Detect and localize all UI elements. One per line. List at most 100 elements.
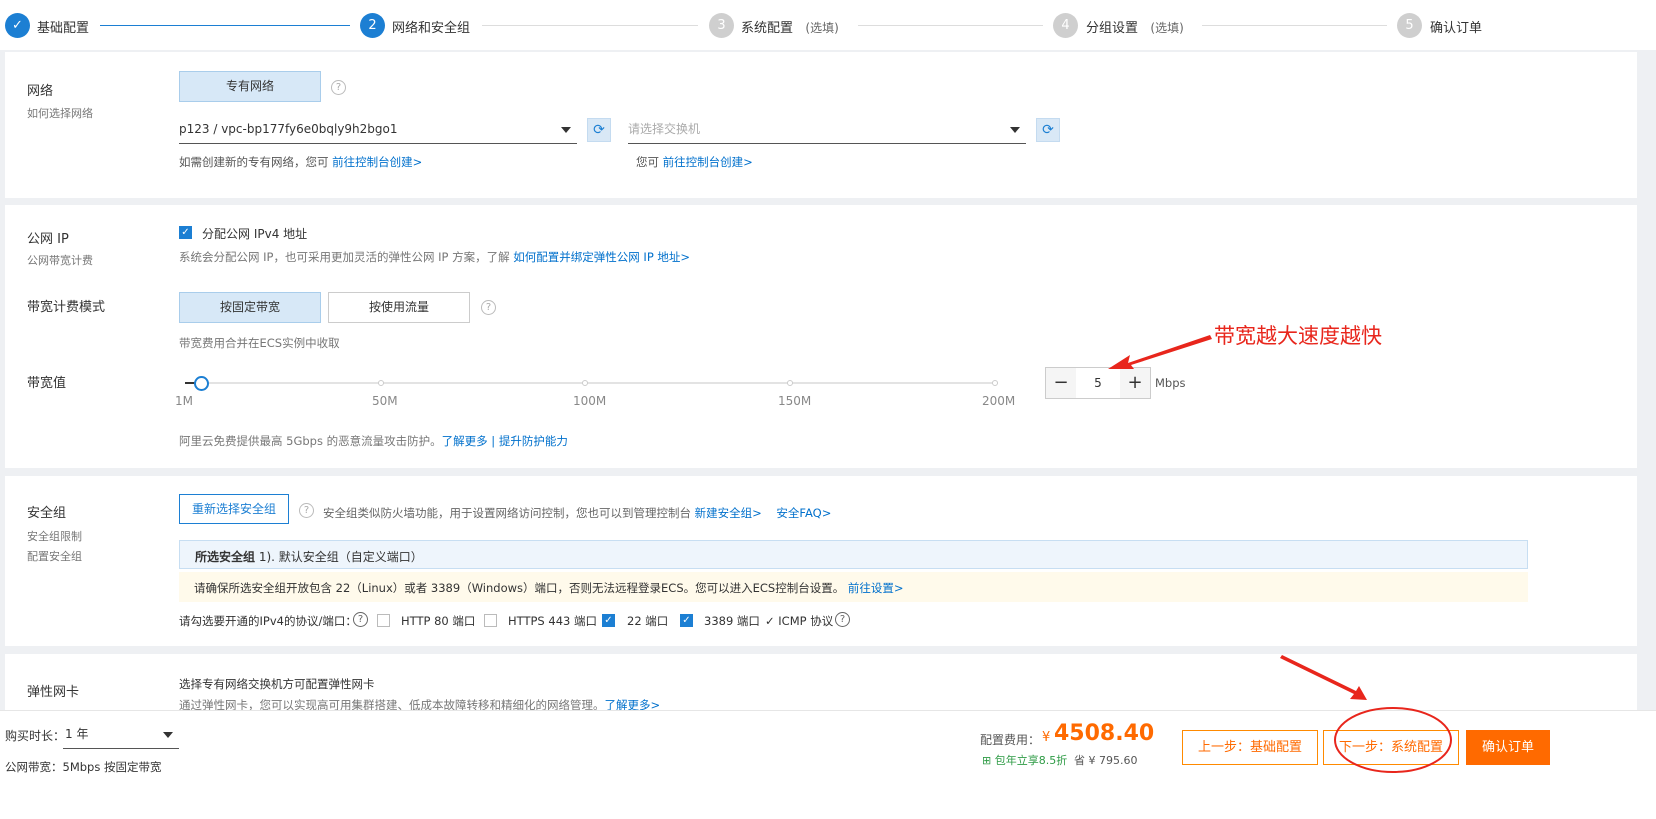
security-faq-link[interactable]: 安全FAQ> [776, 506, 831, 520]
selected-security-group-bar: 所选安全组 1). 默认安全组（自定义端口） [179, 540, 1528, 569]
upgrade-protection-link[interactable]: 提升防护能力 [499, 434, 568, 448]
duration-select[interactable]: 1 年 [63, 721, 179, 749]
selected-label: 所选安全组 [195, 550, 256, 564]
public-ip-desc-text: 系统会分配公网 IP，也可采用更加灵活的弹性公网 IP 方案，了解 [179, 250, 510, 264]
step-connector [1202, 25, 1387, 26]
step-1-check-icon[interactable]: ✓ [5, 13, 30, 38]
port3389-label: 3389 端口 [704, 614, 760, 628]
refresh-icon[interactable]: ⟳ [587, 118, 611, 142]
security-desc: 安全组类似防火墙功能，用于设置网络访问控制，您也可以到管理控制台 新建安全组> … [323, 505, 831, 521]
slider-track [185, 382, 998, 384]
port22-checkbox[interactable]: ✓ [602, 614, 615, 627]
ports-label: 请勾选要开通的IPv4的协议/端口： [179, 614, 357, 628]
annotation-circle-icon [1280, 655, 1452, 773]
save-amount: 省 ¥ 795.60 [1074, 754, 1138, 767]
learn-more-link[interactable]: 了解更多 [442, 434, 488, 448]
step-2-number: 2 [360, 13, 385, 38]
slider-tick [582, 380, 588, 386]
discount-badge: ⊞ 包年立享8.5折 [982, 752, 1067, 768]
slider-tick [992, 380, 998, 386]
minus-button[interactable]: − [1046, 368, 1076, 398]
security-group-title: 安全组 [27, 506, 67, 521]
duration-label: 购买时长： [5, 729, 66, 743]
billing-fixed-button[interactable]: 按固定带宽 [179, 292, 321, 323]
vpc-select[interactable]: p123 / vpc-bp177fy6e0bqly9h2bgo1 [179, 116, 577, 144]
vswitch-hint-text: 您可 [636, 155, 659, 169]
help-icon[interactable]: ? [481, 300, 496, 315]
help-icon[interactable]: ? [331, 80, 346, 95]
assign-ipv4-label: 分配公网 IPv4 地址 [202, 227, 308, 241]
billing-note: 带宽费用合并在ECS实例中收取 [179, 336, 340, 350]
billing-mode-title: 带宽计费模式 [27, 300, 106, 315]
security-limit-link[interactable]: 安全组限制 [27, 528, 82, 544]
step-3-text: 系统配置 [741, 21, 794, 36]
assign-ipv4-checkbox[interactable]: ✓ [179, 226, 192, 239]
vpc-hint-text: 如需创建新的专有网络，您可 [179, 155, 329, 169]
vpc-type-button[interactable]: 专有网络 [179, 71, 321, 102]
warning-text: 请确保所选安全组开放包含 22（Linux）或者 3389（Windows）端口… [194, 581, 845, 595]
step-4-text: 分组设置 [1086, 21, 1139, 36]
bandwidth-title: 带宽值 [27, 376, 67, 391]
currency-symbol: ¥ [1042, 730, 1051, 745]
annotation-arrow-icon [1108, 335, 1212, 369]
new-security-group-link[interactable]: 新建安全组> [695, 506, 762, 520]
network-panel: 网络 如何选择网络 专有网络 ? p123 / vpc-bp177fy6e0bq… [5, 52, 1637, 198]
discount-text: 包年立享8.5折 [994, 754, 1068, 767]
step-4-label[interactable]: 分组设置 (选填) [1086, 17, 1184, 36]
slider-label-200m: 200M [982, 394, 1016, 408]
eip-config-link[interactable]: 如何配置并绑定弹性公网 IP 地址> [513, 250, 690, 264]
help-icon[interactable]: ? [299, 503, 314, 518]
slider-tick [378, 380, 384, 386]
bandwidth-summary: 公网带宽：5Mbps 按固定带宽 [5, 760, 162, 774]
help-icon[interactable]: ? [835, 612, 850, 627]
slider-tick [787, 380, 793, 386]
step-4-number: 4 [1053, 13, 1078, 38]
slider-label-1m: 1M [175, 394, 193, 408]
step-5-label[interactable]: 确认订单 [1430, 17, 1482, 36]
duration-value: 1 年 [65, 727, 89, 741]
reselect-security-group-button[interactable]: 重新选择安全组 [179, 494, 289, 524]
vswitch-hint: 您可 前往控制台创建> [636, 154, 753, 170]
step-connector [100, 25, 350, 26]
icmp-label[interactable]: ✓ ICMP 协议 [765, 613, 833, 629]
slider-label-150m: 150M [778, 394, 812, 408]
security-config-link[interactable]: 配置安全组 [27, 548, 82, 564]
vpc-select-value: p123 / vpc-bp177fy6e0bqly9h2bgo1 [179, 122, 398, 136]
slider-handle[interactable] [194, 376, 210, 391]
vswitch-select[interactable]: 请选择交换机 [628, 116, 1026, 144]
public-ip-desc: 系统会分配公网 IP，也可采用更加灵活的弹性公网 IP 方案，了解 如何配置并绑… [179, 249, 690, 265]
public-ip-subtitle: 公网带宽计费 [27, 254, 93, 267]
step-3-label[interactable]: 系统配置 (选填) [741, 17, 839, 36]
selected-security-group: 所选安全组 1). 默认安全组（自定义端口） [195, 548, 423, 565]
billing-traffic-button[interactable]: 按使用流量 [328, 292, 470, 323]
gift-icon: ⊞ [982, 754, 992, 767]
link-separator: | [491, 434, 496, 448]
chevron-down-icon [1010, 127, 1020, 133]
vpc-create-link[interactable]: 前往控制台创建> [332, 155, 422, 169]
step-connector [858, 25, 1043, 26]
step-3-number: 3 [709, 13, 734, 38]
fee-value: 4508.40 [1054, 721, 1155, 746]
https443-checkbox[interactable] [484, 614, 497, 627]
public-ip-title: 公网 IP [27, 232, 69, 247]
confirm-order-button[interactable]: 确认订单 [1466, 730, 1550, 765]
goto-settings-link[interactable]: 前往设置> [848, 581, 904, 595]
port3389-checkbox[interactable]: ✓ [680, 614, 693, 627]
refresh-icon[interactable]: ⟳ [1036, 118, 1060, 142]
step-5-number: 5 [1397, 13, 1422, 38]
chevron-down-icon [561, 127, 571, 133]
ddos-text: 阿里云免费提供最高 5Gbps 的恶意流量攻击防护。 [179, 434, 442, 448]
ddos-note: 阿里云免费提供最高 5Gbps 的恶意流量攻击防护。了解更多 | 提升防护能力 [179, 433, 568, 449]
step-bar: ✓ 基础配置 2 网络和安全组 3 系统配置 (选填) 4 分组设置 (选填) … [0, 0, 1656, 50]
step-4-optional: (选填) [1150, 21, 1184, 35]
fee-label: 配置费用： [980, 733, 1041, 747]
eni-title: 弹性网卡 [27, 685, 80, 700]
network-help-link[interactable]: 如何选择网络 [27, 105, 93, 121]
vswitch-create-link[interactable]: 前往控制台创建> [663, 155, 753, 169]
help-icon[interactable]: ? [353, 612, 368, 627]
vswitch-placeholder: 请选择交换机 [628, 122, 701, 136]
port-warning-text: 请确保所选安全组开放包含 22（Linux）或者 3389（Windows）端口… [194, 580, 904, 596]
http80-checkbox[interactable] [377, 614, 390, 627]
step-1-label[interactable]: 基础配置 [37, 17, 89, 36]
step-2-label: 网络和安全组 [392, 21, 471, 36]
